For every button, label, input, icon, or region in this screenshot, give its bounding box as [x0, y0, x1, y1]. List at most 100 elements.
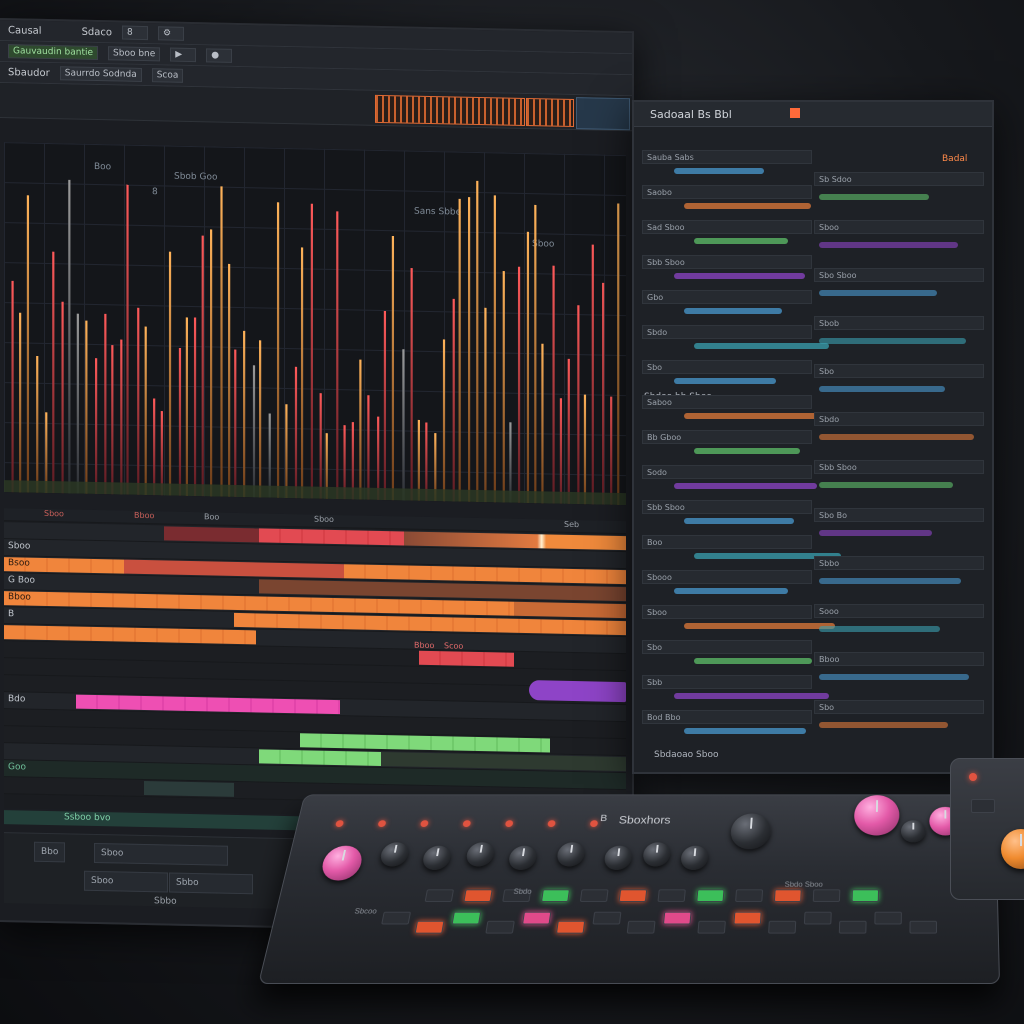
pad[interactable] [592, 911, 622, 925]
pad[interactable] [735, 889, 764, 902]
channel-row[interactable]: Boo [642, 535, 812, 549]
overview-clip[interactable] [375, 94, 525, 126]
clip[interactable] [164, 526, 259, 543]
pad[interactable] [626, 920, 656, 934]
send-row[interactable]: Sbo Bo [814, 508, 984, 522]
channel-row[interactable]: Sbdo [642, 325, 812, 339]
pad[interactable] [838, 920, 867, 934]
pink-knob[interactable] [853, 795, 900, 836]
clip[interactable] [419, 650, 514, 667]
channel-row[interactable]: Sbb Sboo [642, 255, 812, 269]
rotary-knob[interactable] [679, 845, 709, 871]
send-row[interactable]: Sbo [814, 700, 984, 714]
send-row[interactable]: Sboo [814, 220, 984, 234]
pad[interactable] [768, 920, 797, 934]
channel-row[interactable]: Sodo [642, 465, 812, 479]
rotary-knob[interactable] [555, 842, 586, 867]
pad[interactable] [485, 920, 515, 934]
pad[interactable] [451, 911, 482, 925]
channel-row[interactable]: Gbo [642, 290, 812, 304]
pad[interactable] [579, 889, 609, 902]
channel-row[interactable]: Sbo [642, 360, 812, 374]
rotary-knob[interactable] [421, 845, 453, 871]
toolbar-left-label[interactable]: Gauvaudin bantie [8, 44, 99, 61]
panel-subtitle[interactable]: Saurrdo Sodnda [59, 66, 142, 82]
pink-knob[interactable] [318, 845, 365, 881]
send-row[interactable]: Bboo [814, 652, 984, 666]
send-row[interactable]: Sbb Sboo [814, 460, 984, 474]
channel-row[interactable]: Bod Bbo [642, 710, 812, 724]
rotary-knob[interactable] [641, 842, 672, 867]
channel-row[interactable]: Sad Sboo [642, 220, 812, 234]
pad[interactable] [556, 920, 586, 934]
pad[interactable] [733, 911, 762, 925]
send-row[interactable]: Sb Sdoo [814, 172, 984, 186]
pad[interactable] [909, 920, 937, 934]
rotary-knob[interactable] [464, 842, 496, 867]
toolbar-right-label[interactable]: Sboo bne [108, 46, 161, 62]
menu-code[interactable]: 8 [122, 25, 149, 41]
pad[interactable] [662, 911, 692, 925]
play-icon[interactable]: ▶ [170, 47, 197, 63]
channel-row[interactable]: Sboo [642, 605, 812, 619]
clip[interactable] [259, 749, 381, 766]
power-icon[interactable] [790, 108, 800, 118]
channel-waveform [684, 728, 806, 734]
pad[interactable] [803, 911, 832, 925]
rotary-knob[interactable] [900, 820, 926, 843]
pad[interactable] [381, 911, 412, 925]
pad[interactable] [697, 920, 726, 934]
send-row[interactable]: Sbob [814, 316, 984, 330]
bottom-button[interactable]: Sbbo [169, 872, 253, 895]
pad[interactable] [971, 799, 995, 813]
clip[interactable] [514, 601, 626, 619]
rotary-knob[interactable] [507, 845, 538, 871]
pad[interactable] [696, 889, 725, 902]
send-row[interactable]: Sbo Sboo [814, 268, 984, 282]
pad[interactable] [618, 889, 648, 902]
channel-row[interactable]: Saobo [642, 185, 812, 199]
pad[interactable] [874, 911, 902, 925]
spectrum-bar [234, 349, 237, 497]
spectrum-bar [583, 394, 587, 505]
overview-viewport[interactable] [576, 97, 630, 131]
send-row[interactable]: Sbo [814, 364, 984, 378]
pad[interactable] [657, 889, 686, 902]
rotary-knob[interactable] [378, 842, 411, 867]
status-led [335, 820, 345, 827]
spectrum-bar [517, 266, 521, 503]
overview-clip[interactable] [526, 98, 574, 128]
menu-label[interactable]: Sdaco [82, 26, 112, 38]
channel-row[interactable]: Sauba Sabs [642, 150, 812, 164]
clip[interactable] [529, 680, 626, 703]
pad[interactable] [773, 889, 802, 902]
pad[interactable] [851, 889, 879, 902]
bottom-button[interactable]: Sboo [94, 842, 228, 866]
bottom-button[interactable]: Bbo [34, 841, 66, 863]
pad[interactable] [414, 920, 445, 934]
settings-icon[interactable]: ⚙ [158, 26, 185, 41]
channel-row[interactable]: Sbooo [642, 570, 812, 584]
record-icon[interactable]: ● [206, 48, 233, 63]
large-knob[interactable] [729, 813, 772, 850]
channel-row[interactable]: Bb Gboo [642, 430, 812, 444]
pad[interactable] [541, 889, 570, 902]
clip[interactable] [259, 528, 404, 546]
pad[interactable] [812, 889, 841, 902]
spectrum-bar [178, 348, 182, 496]
channel-row[interactable]: Saboo [642, 395, 812, 409]
clip[interactable] [144, 781, 234, 797]
bottom-button[interactable]: Sboo [84, 870, 168, 893]
channel-row[interactable]: Sbb Sboo [642, 500, 812, 514]
send-row[interactable]: Sbdo [814, 412, 984, 426]
channel-row[interactable]: Sbb [642, 675, 812, 689]
rotary-knob[interactable] [603, 845, 633, 871]
panel-tag[interactable]: Scoa [151, 68, 184, 83]
send-row[interactable]: Sbbo [814, 556, 984, 570]
orange-knob[interactable] [1001, 829, 1024, 869]
pad[interactable] [424, 889, 455, 902]
pad[interactable] [522, 911, 552, 925]
pad[interactable] [463, 889, 493, 902]
send-row[interactable]: Sooo [814, 604, 984, 618]
channel-row[interactable]: Sbo [642, 640, 812, 654]
